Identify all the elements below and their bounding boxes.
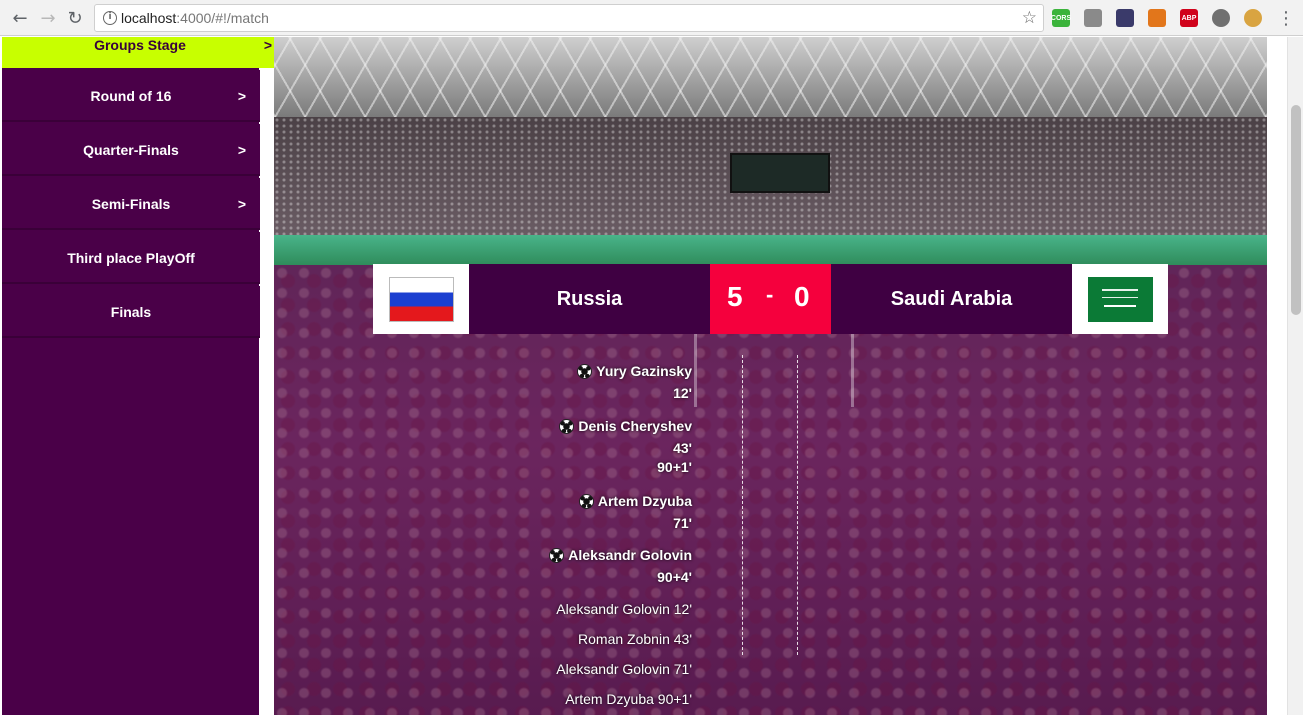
circle-extension-icon[interactable] — [1212, 9, 1230, 27]
sidebar-item-label: Third place PlayOff — [67, 250, 195, 266]
page-gutter — [1267, 37, 1287, 715]
away-score: 0 — [794, 281, 810, 312]
russia-flag-icon — [388, 276, 454, 322]
home-score: 5 — [727, 281, 743, 312]
screen-icon[interactable] — [1084, 9, 1102, 27]
sidebar-item-label: Finals — [110, 304, 152, 320]
chevron-right-icon: > — [237, 88, 246, 104]
saudi-arabia-flag-icon — [1087, 276, 1153, 322]
sidebar-item-groups-stage[interactable]: Groups Stage > — [2, 37, 274, 68]
forward-arrow-icon[interactable]: → — [36, 6, 60, 30]
bookmark-star-icon[interactable]: ☆ — [1022, 8, 1037, 28]
assist-item: Aleksandr Golovin 71' — [556, 661, 692, 677]
adblock-icon[interactable]: ABP — [1180, 9, 1198, 27]
home-flag — [373, 264, 469, 334]
goal-event: Denis Cheryshev 43' 90+1' — [559, 418, 692, 475]
fox-icon[interactable] — [1148, 9, 1166, 27]
away-flag — [1072, 264, 1168, 334]
sidebar-item-label: Quarter-Finals — [83, 142, 179, 158]
goal-event: Aleksandr Golovin 90+4' — [549, 547, 692, 585]
address-bar[interactable]: i localhost:4000/#!/match ☆ — [94, 4, 1044, 32]
goal-minute: 71' — [673, 515, 692, 531]
soccer-ball-icon — [559, 418, 575, 434]
info-icon[interactable]: i — [103, 11, 117, 25]
assist-item: Roman Zobnin 43' — [578, 631, 692, 647]
cookie-icon[interactable] — [1244, 9, 1262, 27]
assist-item: Artem Dzyuba 90+1' — [565, 691, 692, 707]
scoreline: Russia 5 - 0 Saudi Arabia — [373, 264, 1168, 334]
goal-minute: 90+4' — [657, 569, 692, 585]
chevron-right-icon: > — [237, 196, 246, 212]
sidebar-item-label: Semi-Finals — [91, 196, 171, 212]
sidebar-item-round-of-16[interactable]: Round of 16 > — [2, 70, 260, 122]
goal-scorer: Aleksandr Golovin — [568, 547, 692, 563]
sidebar-item-label: Round of 16 — [90, 88, 172, 104]
timeline-line-left — [742, 355, 743, 655]
chevron-right-icon: > — [263, 37, 272, 53]
assist-item: Aleksandr Golovin 12' — [556, 601, 692, 617]
goal-scorer: Denis Cheryshev — [578, 418, 692, 434]
soccer-ball-icon — [549, 547, 565, 563]
goal-event: Yury Gazinsky 12' — [577, 363, 692, 401]
sidebar-item-label: Groups Stage — [94, 37, 186, 53]
page-scrollbar[interactable] — [1287, 37, 1303, 715]
stage-sidebar: Groups Stage > Round of 16 > Quarter-Fin… — [0, 37, 274, 715]
match-panel: Russia 5 - 0 Saudi Arabia Yury Gazinsky … — [274, 37, 1267, 715]
pitch — [274, 235, 1267, 265]
back-arrow-icon[interactable]: ← — [8, 6, 32, 30]
menu-dots-icon[interactable]: ⋮ — [1274, 6, 1298, 30]
cors-icon[interactable]: CORS — [1051, 9, 1071, 27]
scrollbar-thumb[interactable] — [1291, 105, 1301, 315]
soccer-ball-icon — [577, 363, 593, 379]
sidebar-item-quarter-finals[interactable]: Quarter-Finals > — [2, 124, 260, 176]
url-text: localhost:4000/#!/match — [121, 10, 269, 26]
score: 5 - 0 — [710, 264, 831, 334]
goal-event: Artem Dzyuba 71' — [578, 493, 692, 531]
reload-icon[interactable]: ↻ — [63, 6, 87, 30]
goal-scorer: Yury Gazinsky — [596, 363, 692, 379]
goal-minute: 43' — [673, 440, 692, 456]
chevron-right-icon: > — [237, 142, 246, 158]
goal-frame — [694, 327, 854, 407]
goal-scorer: Artem Dzyuba — [597, 493, 692, 509]
away-team-name: Saudi Arabia — [831, 264, 1072, 334]
browser-toolbar: ← → ↻ i localhost:4000/#!/match ☆ CORS AB… — [0, 0, 1303, 36]
goal-minute: 90+1' — [657, 459, 692, 475]
timeline-line-right — [797, 355, 798, 655]
sidebar-item-semi-finals[interactable]: Semi-Finals > — [2, 178, 260, 230]
score-separator: - — [766, 282, 774, 307]
home-team-name: Russia — [469, 264, 710, 334]
stadium-roof — [274, 37, 1267, 117]
soccer-ball-icon — [578, 493, 594, 509]
sidebar-item-finals[interactable]: Finals — [2, 286, 260, 338]
goal-minute: 12' — [673, 385, 692, 401]
stadium-screen — [730, 153, 830, 193]
sidebar-item-third-place-playoff[interactable]: Third place PlayOff — [2, 232, 260, 284]
eyedropper-icon[interactable] — [1116, 9, 1134, 27]
